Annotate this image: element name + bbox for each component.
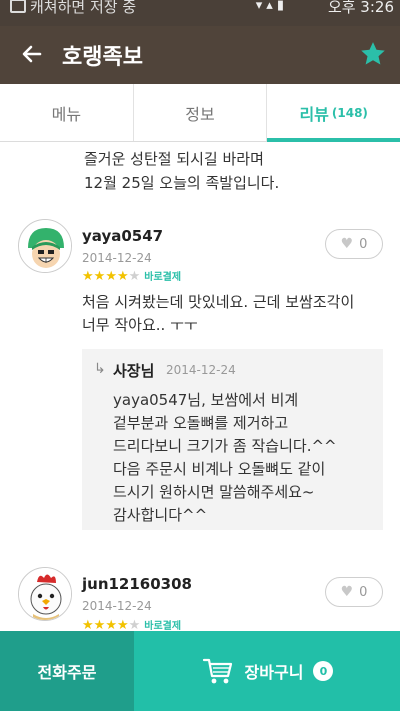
- star-filled-icon: ★: [105, 618, 117, 631]
- payment-tag: 바로결제: [144, 621, 182, 631]
- tab-reviews[interactable]: 리뷰 (148): [267, 84, 400, 142]
- rooster-avatar-icon: [19, 568, 71, 620]
- previous-review-text: 즐거운 성탄절 되시길 바라며 12월 25일 오늘의 족발입니다.: [84, 147, 279, 195]
- bottom-action-bar: 전화주문 장바구니 0: [0, 631, 400, 711]
- star-filled-icon: ★: [93, 269, 106, 284]
- green-hat-avatar-icon: [19, 220, 71, 272]
- avatar[interactable]: [18, 219, 72, 273]
- status-bar: 캐쳐하면 저장 중 ▾▴▮ 오후 3:26: [0, 0, 400, 26]
- capture-toast-text: 캐쳐하면 저장 중: [30, 0, 137, 16]
- review-text-line: 처음 시켜봤는데 맛있네요. 근데 보쌈조각이: [82, 293, 355, 311]
- review-author: jun12160308: [82, 575, 192, 593]
- tab-info-label: 정보: [185, 104, 215, 124]
- star-rating: ★★★★★ 바로결제: [82, 617, 181, 631]
- star-icon: [361, 42, 385, 65]
- star-filled-icon: ★: [116, 269, 129, 284]
- review-author: yaya0547: [82, 227, 164, 245]
- owner-reply: ↳ 사장님 2014-12-24 yaya0547님, 보쌈에서 비계 겉부분과…: [82, 349, 383, 530]
- app-header: 호랭족보: [0, 26, 400, 84]
- cart-count-badge: 0: [313, 661, 334, 681]
- arrow-left-icon: [22, 45, 42, 63]
- previous-review-line: 즐거운 성탄절 되시길 바라며: [84, 150, 264, 168]
- tab-info[interactable]: 정보: [134, 84, 268, 141]
- like-count: 0: [359, 584, 368, 600]
- heart-icon: ♥: [340, 236, 354, 252]
- avatar[interactable]: [18, 567, 72, 621]
- star-empty-icon: ★: [128, 269, 141, 284]
- favorite-button[interactable]: [358, 39, 388, 69]
- phone-order-button[interactable]: 전화주문: [0, 631, 134, 711]
- previous-review-line: 12월 25일 오늘의 족발입니다.: [84, 174, 280, 192]
- review-list[interactable]: 즐거운 성탄절 되시길 바라며 12월 25일 오늘의 족발입니다. yaya0…: [0, 143, 400, 631]
- reply-date: 2014-12-24: [166, 363, 236, 377]
- tab-bar: 메뉴 정보 리뷰 (148): [0, 84, 400, 142]
- tab-reviews-label: 리뷰: [299, 104, 329, 124]
- capture-toast: 캐쳐하면 저장 중: [10, 0, 136, 17]
- star-filled-icon: ★: [105, 269, 117, 284]
- reply-text: yaya0547님, 보쌈에서 비계 겉부분과 오돌뼈를 제거하고 드리다보니 …: [113, 391, 337, 524]
- cart-label: 장바구니: [244, 663, 304, 682]
- tab-menu[interactable]: 메뉴: [0, 84, 134, 141]
- like-button[interactable]: ♥ 0: [325, 577, 383, 607]
- cart-button[interactable]: 장바구니 0: [134, 631, 400, 711]
- reply-arrow-icon: ↳: [94, 361, 106, 377]
- payment-tag: 바로결제: [144, 272, 182, 283]
- reply-author: 사장님: [113, 362, 155, 380]
- capture-icon: [10, 0, 26, 13]
- review-date: 2014-12-24: [82, 599, 152, 613]
- star-filled-icon: ★: [93, 618, 106, 631]
- heart-icon: ♥: [340, 584, 354, 600]
- review-text: 처음 시켜봤는데 맛있네요. 근데 보쌈조각이 너무 작아요.. ㅜㅜ: [82, 291, 382, 337]
- tab-reviews-count: (148): [331, 105, 368, 120]
- review-date: 2014-12-24: [82, 251, 152, 265]
- star-filled-icon: ★: [82, 269, 94, 284]
- star-filled-icon: ★: [82, 618, 94, 631]
- like-count: 0: [359, 236, 368, 252]
- page-title: 호랭족보: [62, 45, 143, 70]
- like-button[interactable]: ♥ 0: [325, 229, 383, 259]
- tab-menu-label: 메뉴: [51, 104, 82, 124]
- phone-order-label: 전화주문: [37, 663, 97, 682]
- system-icons: ▾▴▮: [255, 0, 288, 13]
- star-filled-icon: ★: [116, 618, 129, 631]
- back-button[interactable]: [18, 40, 46, 68]
- star-rating: ★★★★★ 바로결제: [82, 268, 181, 284]
- star-empty-icon: ★: [128, 618, 141, 631]
- review-text-line: 너무 작아요.. ㅜㅜ: [82, 316, 198, 334]
- cart-icon: [202, 658, 232, 684]
- status-clock: 오후 3:26: [327, 0, 394, 16]
